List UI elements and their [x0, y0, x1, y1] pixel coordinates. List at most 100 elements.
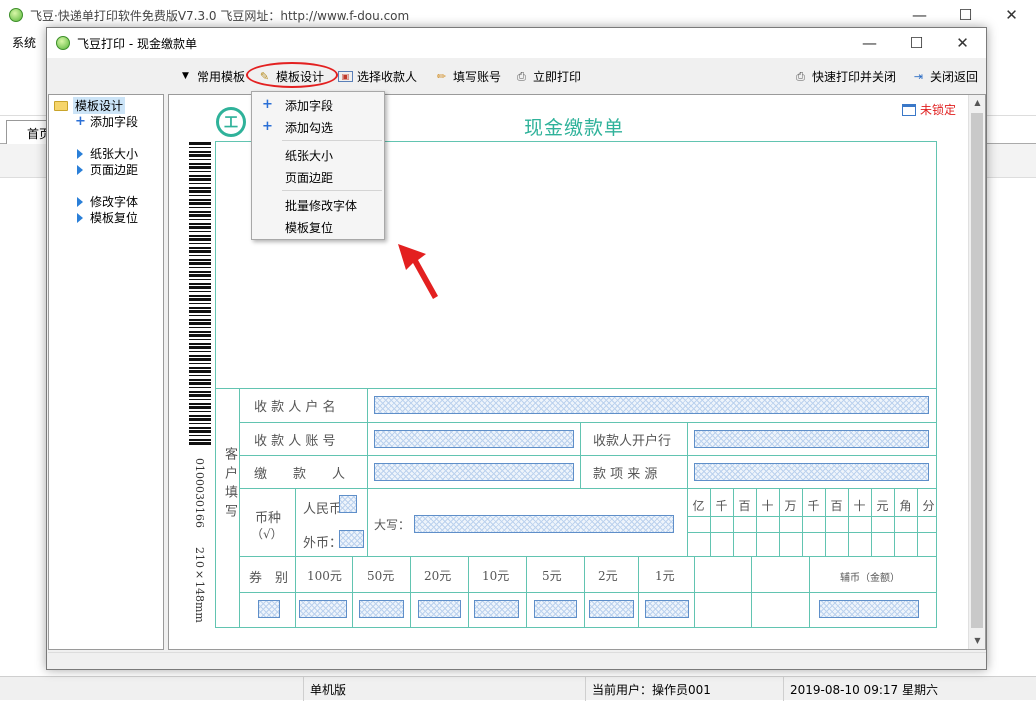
- menu-item-template-reset[interactable]: 模板复位: [252, 216, 384, 238]
- payer-field[interactable]: [374, 463, 574, 481]
- lock-status-toggle[interactable]: 未锁定: [902, 101, 956, 118]
- template-design-button[interactable]: ✎ 模板设计: [257, 68, 324, 85]
- dialog-app-icon: [56, 36, 70, 50]
- menu-item-label: 页面边距: [285, 171, 334, 185]
- denom-field[interactable]: [418, 600, 461, 618]
- coins-label: 辅币（金额）: [840, 573, 900, 584]
- print-now-label: 立即打印: [533, 70, 582, 84]
- denom-field[interactable]: [474, 600, 519, 618]
- denom-2-label: 2元: [598, 569, 618, 583]
- digit-header: 角: [899, 499, 912, 513]
- denom-field[interactable]: [534, 600, 577, 618]
- denomination-label: 券 别: [249, 571, 289, 586]
- source-label: 款 项 来 源: [593, 467, 658, 482]
- triangle-right-icon: [77, 196, 83, 207]
- form-line: [687, 516, 937, 517]
- tree-item-template-reset[interactable]: 模板复位: [75, 209, 138, 226]
- form-line: [239, 556, 937, 557]
- template-design-menu: + 添加字段 + 添加勾选 纸张大小 页面边距 批量修改字体 模板复位: [251, 91, 385, 240]
- menu-item-add-field[interactable]: + 添加字段: [252, 94, 384, 116]
- denom-100-label: 100元: [307, 569, 342, 583]
- menu-item-paper-size[interactable]: 纸张大小: [252, 144, 384, 166]
- main-close-button[interactable]: ✕: [989, 0, 1034, 30]
- tree-item-page-margin[interactable]: 页面边距: [75, 161, 138, 178]
- digit-header: 百: [738, 499, 751, 513]
- close-return-button[interactable]: ⇥ 关闭返回: [911, 68, 978, 85]
- dialog-toolbar: ▼ 常用模板 ✎ 模板设计 ▣ 选择收款人 ✏ 填写账号 ⎙ 立即打印 ⎙ 快速…: [47, 58, 986, 94]
- payee-name-field[interactable]: [374, 396, 929, 414]
- rmb-checkbox-field[interactable]: [339, 495, 357, 513]
- menu-item-add-check[interactable]: + 添加勾选: [252, 116, 384, 138]
- denom-field[interactable]: [299, 600, 347, 618]
- fill-account-button[interactable]: ✏ 填写账号: [434, 68, 501, 85]
- foreign-label: 外币：: [303, 536, 343, 551]
- denom-1-label: 1元: [655, 569, 675, 583]
- payer-label: 缴 款 人: [254, 467, 346, 482]
- denom-5-label: 5元: [542, 569, 562, 583]
- form-line: [352, 556, 353, 628]
- payee-bank-label: 收款人开户行: [593, 434, 672, 449]
- plus-icon: +: [262, 119, 273, 134]
- triangle-right-icon: [77, 164, 83, 175]
- digit-header: 十: [853, 499, 866, 513]
- main-minimize-button[interactable]: —: [897, 0, 942, 30]
- coins-field[interactable]: [819, 600, 919, 618]
- denom-field[interactable]: [359, 600, 404, 618]
- rmb-label: 人民币: [303, 502, 343, 517]
- foreign-checkbox-field[interactable]: [339, 530, 364, 548]
- dialog-title: 飞豆打印 - 现金缴款单: [77, 37, 197, 51]
- menu-system[interactable]: 系统: [12, 34, 36, 51]
- tree-root-template-design[interactable]: 模板设计: [54, 97, 126, 114]
- payee-account-field[interactable]: [374, 430, 574, 448]
- status-datetime: 2019-08-10 09:17 星期六: [783, 677, 1036, 701]
- form-line: [239, 592, 937, 593]
- dialog-minimize-button[interactable]: —: [847, 28, 892, 58]
- tree-item-edit-font[interactable]: 修改字体: [75, 193, 138, 210]
- printer-icon: ⎙: [796, 70, 805, 83]
- tree-item-label: 修改字体: [90, 195, 139, 209]
- quick-print-close-button[interactable]: ⎙ 快速打印并关闭: [793, 68, 896, 85]
- form-line: [687, 422, 688, 488]
- form-line: [367, 488, 368, 556]
- status-current-user: 当前用户：操作员001: [585, 677, 783, 701]
- denom-field[interactable]: [589, 600, 634, 618]
- vertical-scrollbar[interactable]: ▲ ▼: [968, 95, 985, 649]
- dialog-titlebar: 飞豆打印 - 现金缴款单 — ☐ ✕: [47, 28, 986, 58]
- capital-amount-field[interactable]: [414, 515, 674, 533]
- digit-header: 十: [761, 499, 774, 513]
- close-return-label: 关闭返回: [930, 70, 979, 84]
- main-window-titlebar: 飞豆·快递单打印软件免费版V7.3.0 飞豆网址：http://www.f-do…: [0, 0, 1036, 30]
- common-templates-button[interactable]: ▼ 常用模板: [178, 68, 245, 85]
- scroll-down-icon[interactable]: ▼: [969, 633, 985, 649]
- menu-item-page-margin[interactable]: 页面边距: [252, 166, 384, 188]
- scroll-thumb[interactable]: [971, 113, 983, 628]
- digit-header: 千: [715, 499, 728, 513]
- tree-item-paper-size[interactable]: 纸张大小: [75, 145, 138, 162]
- tree-item-add-field[interactable]: + 添加字段: [75, 113, 138, 130]
- denom-field[interactable]: [645, 600, 689, 618]
- menu-item-batch-font[interactable]: 批量修改字体: [252, 194, 384, 216]
- payee-account-label: 收 款 人 账 号: [254, 434, 336, 449]
- form-line: [580, 422, 581, 488]
- menu-item-label: 纸张大小: [285, 149, 334, 163]
- template-dialog: 飞豆打印 - 现金缴款单 — ☐ ✕ ▼ 常用模板 ✎ 模板设计 ▣ 选择收款人…: [46, 27, 987, 670]
- tree-root-label: 模板设计: [73, 97, 126, 114]
- menu-item-label: 添加字段: [285, 99, 334, 113]
- common-templates-label: 常用模板: [197, 70, 246, 84]
- denom-field[interactable]: [258, 600, 280, 618]
- main-maximize-button[interactable]: ☐: [943, 0, 988, 30]
- form-line: [239, 388, 240, 628]
- horizontal-scrollbar[interactable]: [48, 652, 986, 669]
- status-bar: 单机版 当前用户：操作员001 2019-08-10 09:17 星期六: [0, 676, 1036, 701]
- scroll-up-icon[interactable]: ▲: [969, 95, 985, 111]
- main-window-title: 飞豆·快递单打印软件免费版V7.3.0 飞豆网址：http://www.f-do…: [30, 9, 410, 23]
- payee-bank-field[interactable]: [694, 430, 929, 448]
- menu-item-label: 批量修改字体: [285, 199, 358, 213]
- dialog-maximize-button[interactable]: ☐: [894, 28, 939, 58]
- select-payee-button[interactable]: ▣ 选择收款人: [338, 68, 417, 85]
- print-now-button[interactable]: ⎙ 立即打印: [514, 68, 581, 85]
- source-field[interactable]: [694, 463, 929, 481]
- dialog-close-button[interactable]: ✕: [940, 28, 985, 58]
- folder-icon: [54, 100, 68, 111]
- payee-name-label: 收 款 人 户 名: [254, 400, 336, 415]
